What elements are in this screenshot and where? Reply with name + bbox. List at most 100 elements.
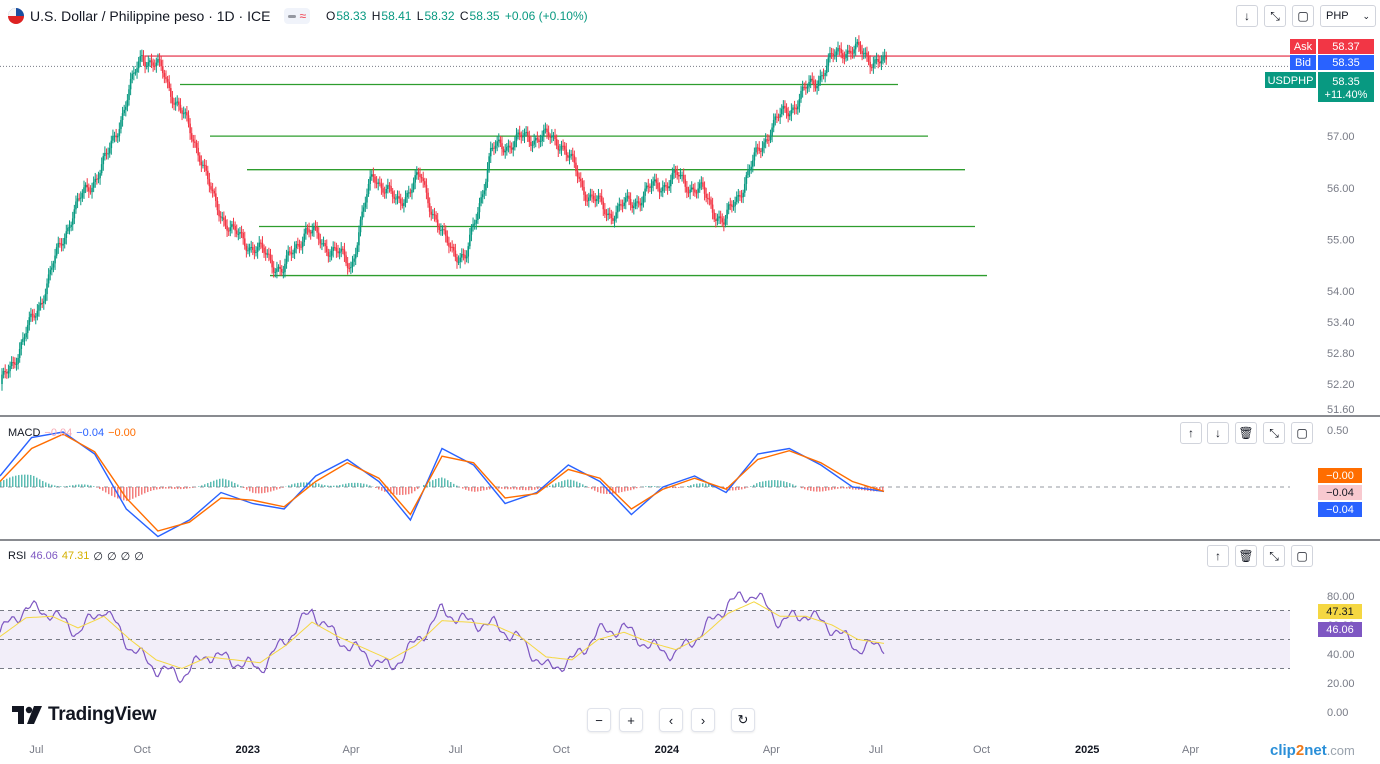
maximize-icon[interactable]: ▢: [1291, 422, 1313, 444]
candle-body: [105, 152, 108, 154]
candle-body: [390, 186, 392, 192]
candle-body: [589, 194, 592, 198]
rsi-value: 46.06: [30, 550, 58, 562]
candle-body: [253, 249, 256, 253]
ohlc-values: O 58.33 H 58.41 L 58.32 C 58.35 +0.06 (+0.10…: [326, 9, 588, 23]
macd-hist-bar: [171, 487, 173, 489]
macd-legend[interactable]: MACD −0.04 −0.04 −0.00: [8, 427, 136, 439]
candle-body: [128, 89, 130, 100]
candle-body: [512, 147, 515, 150]
macd-hist-bar: [216, 479, 218, 487]
fullscreen-icon[interactable]: ⤡: [1264, 5, 1286, 27]
macd-hist-bar: [39, 479, 41, 487]
macd-hist-bar: [174, 487, 176, 489]
candle-body: [438, 226, 441, 231]
macd-hist-bar: [33, 475, 35, 487]
macd-hist-bar: [147, 487, 149, 493]
arrow-up-icon[interactable]: ↑: [1180, 422, 1202, 444]
candle-body: [84, 184, 87, 188]
macd-hist-bar: [693, 484, 695, 487]
candle-body: [311, 230, 314, 234]
maximize-icon[interactable]: ▢: [1291, 545, 1313, 567]
macd-hist-bar: [219, 478, 221, 487]
macd-hist-bar: [588, 487, 590, 488]
candle-body: [250, 247, 252, 249]
candle-body: [652, 181, 654, 186]
maximize-icon[interactable]: ▢: [1292, 5, 1314, 27]
candle-body: [628, 195, 630, 200]
candle-body: [17, 357, 19, 364]
macd-hist-bar: [255, 487, 257, 494]
candle-body: [747, 170, 749, 176]
candle-body: [599, 195, 601, 197]
rsi-axis-tick: 80.00: [1327, 591, 1355, 603]
candle-body: [190, 133, 193, 140]
candle-body: [539, 141, 542, 143]
price-axis-tick: 54.00: [1327, 286, 1355, 298]
candle-body: [715, 219, 717, 221]
candle-body: [425, 184, 428, 193]
currency-select[interactable]: PHP ⌄: [1320, 5, 1376, 27]
candle-body: [813, 80, 815, 86]
candle-body: [862, 53, 865, 55]
arrow-down-icon[interactable]: ↓: [1236, 5, 1258, 27]
candle-body: [68, 227, 71, 229]
candle-body: [340, 248, 343, 252]
candle-body: [780, 108, 783, 115]
zoom-in-icon[interactable]: +: [619, 708, 643, 732]
tradingview-logo[interactable]: TradingView: [12, 704, 157, 726]
macd-hist-bar: [111, 487, 113, 496]
candle-body: [655, 179, 658, 183]
trash-icon[interactable]: 🗑: [1235, 545, 1257, 567]
candle-body: [772, 119, 775, 128]
candle-body: [182, 113, 185, 115]
status-pill[interactable]: ≈: [284, 8, 311, 24]
candle-body: [403, 202, 405, 206]
candle-body: [271, 259, 273, 268]
time-axis-tick: Apr: [343, 744, 360, 756]
symbol-title[interactable]: U.S. Dollar / Philippine peso · 1D · ICE: [30, 8, 270, 24]
rsi-legend[interactable]: RSI 46.06 47.31 ∅ ∅ ∅ ∅: [8, 550, 144, 563]
candle-body: [851, 53, 854, 55]
candle-body: [427, 192, 429, 204]
macd-hist-bar: [249, 487, 251, 492]
candle-body: [832, 53, 834, 56]
candle-body: [600, 195, 603, 202]
chart-canvas[interactable]: 57.00 56.00 55.00 54.00 53.40 52.80 52.20 51.60…: [0, 0, 1380, 764]
macd-hist-bar: [183, 487, 185, 490]
candle-body: [321, 243, 323, 245]
candle-body: [488, 156, 490, 169]
macd-hist-bar: [654, 486, 656, 487]
macd-hist-bar: [699, 483, 701, 487]
candle-body: [94, 178, 97, 182]
candle-body: [517, 132, 519, 135]
zoom-out-icon[interactable]: −: [587, 708, 611, 732]
candle-body: [475, 220, 478, 224]
arrow-up-icon[interactable]: ↑: [1207, 545, 1229, 567]
change-value: +0.06 (+0.10%): [504, 9, 588, 23]
candle-body: [671, 172, 674, 180]
candle-body: [473, 223, 476, 225]
candle-body: [292, 252, 294, 255]
macd-hist-bar: [831, 487, 833, 490]
macd-hist-bar: [435, 479, 437, 487]
candle-body: [134, 72, 137, 74]
scroll-right-icon[interactable]: ›: [691, 708, 715, 732]
macd-hist-bar: [627, 487, 629, 491]
candle-body: [800, 90, 802, 100]
candle-body: [123, 109, 125, 114]
candle-body: [187, 115, 190, 124]
candle-body: [300, 246, 302, 248]
arrow-down-icon[interactable]: ↓: [1207, 422, 1229, 444]
fullscreen-icon[interactable]: ⤡: [1263, 422, 1285, 444]
candle-body: [697, 188, 699, 193]
trash-icon[interactable]: 🗑: [1235, 422, 1257, 444]
macd-hist-bar: [702, 483, 704, 487]
scroll-left-icon[interactable]: ‹: [659, 708, 683, 732]
macd-hist-bar: [795, 485, 797, 487]
candle-body: [369, 176, 371, 184]
candle-body: [544, 128, 547, 131]
fullscreen-icon[interactable]: ⤡: [1263, 545, 1285, 567]
macd-hist-bar: [381, 487, 383, 491]
reset-icon[interactable]: ↻: [731, 708, 755, 732]
